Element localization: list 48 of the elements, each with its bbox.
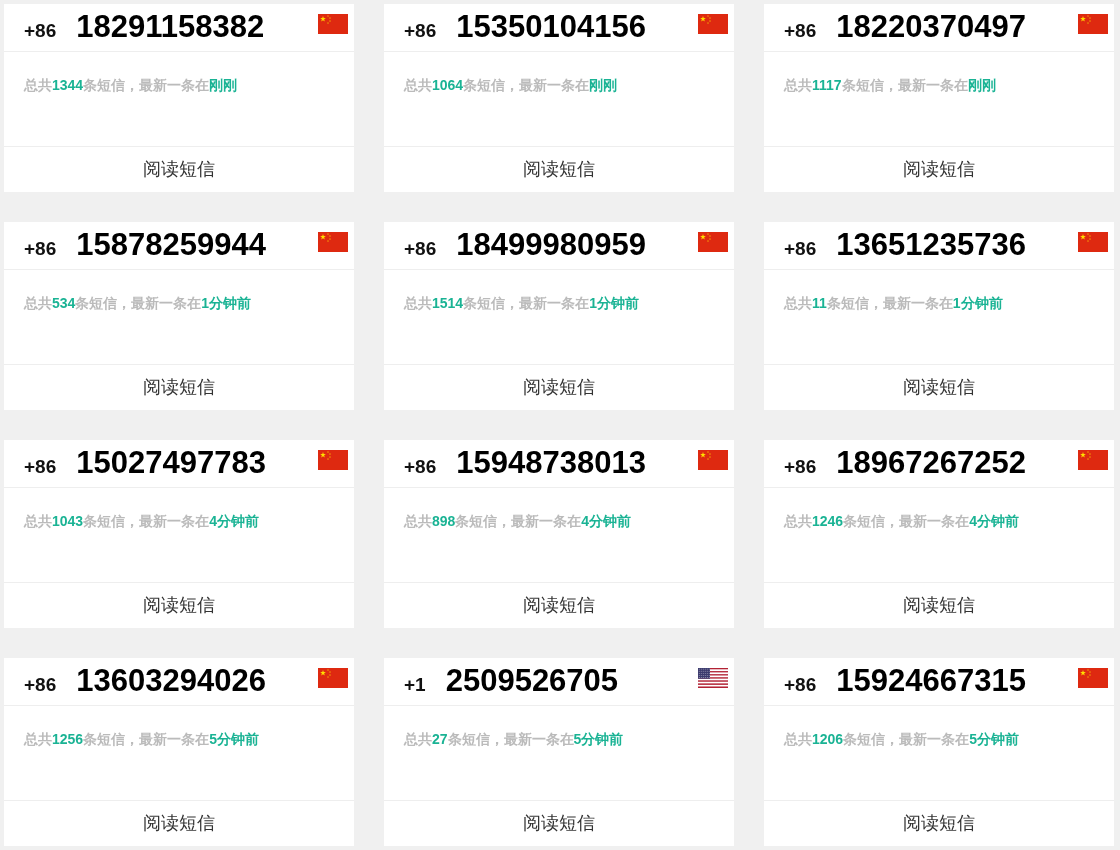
- country-code: +86: [404, 455, 437, 479]
- message-summary: 总共1064条短信，最新一条在刚刚: [404, 76, 618, 95]
- phone-number: 18967267252: [836, 445, 1026, 481]
- message-summary: 总共1344条短信，最新一条在刚刚: [24, 76, 238, 95]
- country-code: +86: [784, 455, 817, 479]
- flag-icon: [698, 668, 728, 688]
- phone-number: 15350104156: [456, 9, 646, 45]
- message-summary: 总共898条短信，最新一条在4分钟前: [404, 512, 632, 531]
- message-summary: 总共11条短信，最新一条在1分钟前: [784, 294, 1003, 313]
- message-summary: 总共1256条短信，最新一条在5分钟前: [24, 730, 259, 749]
- flag-icon: [1078, 668, 1108, 688]
- phone-number: 13651235736: [836, 227, 1026, 263]
- message-summary: 总共1246条短信，最新一条在4分钟前: [784, 512, 1019, 531]
- message-summary: 总共1117条短信，最新一条在刚刚: [784, 76, 996, 95]
- country-code: +86: [784, 19, 817, 43]
- country-code: +86: [404, 237, 437, 261]
- country-code: +86: [404, 19, 437, 43]
- message-summary: 总共27条短信，最新一条在5分钟前: [404, 730, 624, 749]
- flag-icon: [698, 232, 728, 252]
- message-summary: 总共534条短信，最新一条在1分钟前: [24, 294, 252, 313]
- phone-number: 18220370497: [836, 9, 1026, 45]
- flag-icon: [1078, 450, 1108, 470]
- flag-icon: [1078, 232, 1108, 252]
- phone-number: 15027497783: [76, 445, 266, 481]
- flag-icon: [698, 14, 728, 34]
- country-code: +86: [24, 673, 57, 697]
- country-code: +86: [24, 19, 57, 43]
- phone-number: 15878259944: [76, 227, 266, 263]
- phone-number: 18291158382: [76, 9, 265, 45]
- message-summary: 总共1514条短信，最新一条在1分钟前: [404, 294, 639, 313]
- country-code: +86: [24, 455, 57, 479]
- phone-number: 15948738013: [456, 445, 646, 481]
- flag-icon: [698, 450, 728, 470]
- flag-icon: [318, 14, 348, 34]
- flag-icon: [318, 232, 348, 252]
- phone-number: 2509526705: [445, 663, 619, 699]
- country-code: +1: [404, 673, 426, 697]
- country-code: +86: [784, 673, 817, 697]
- message-summary: 总共1043条短信，最新一条在4分钟前: [24, 512, 259, 531]
- phone-number: 13603294026: [76, 663, 266, 699]
- country-code: +86: [24, 237, 57, 261]
- message-summary: 总共1206条短信，最新一条在5分钟前: [784, 730, 1019, 749]
- phone-number: 15924667315: [836, 663, 1026, 699]
- flag-icon: [318, 450, 348, 470]
- flag-icon: [318, 668, 348, 688]
- flag-icon: [1078, 14, 1108, 34]
- phone-number: 18499980959: [456, 227, 646, 263]
- country-code: +86: [784, 237, 817, 261]
